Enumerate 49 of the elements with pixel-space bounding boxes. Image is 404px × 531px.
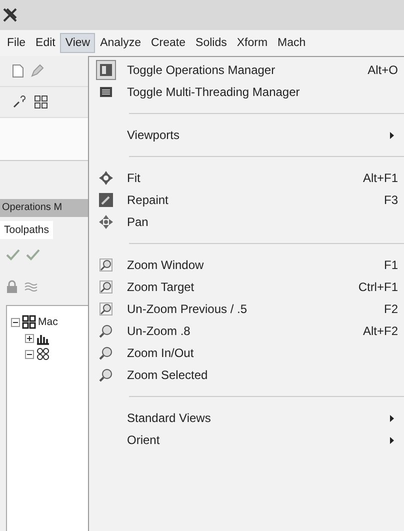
logo-icon	[3, 8, 17, 22]
shortcut-label: F3	[384, 193, 398, 207]
menu-bar-item[interactable]: Solids	[190, 33, 232, 53]
shortcut-label: F2	[384, 302, 398, 316]
tree-item-label[interactable]: Mac	[38, 316, 58, 328]
check-icon[interactable]	[26, 249, 40, 261]
menu-bar-item[interactable]: Edit	[30, 33, 60, 53]
menu-item[interactable]: Toggle Multi-Threading Manager	[91, 81, 404, 103]
shortcut-label: Alt+F2	[362, 324, 398, 338]
menu-item[interactable]: Pan	[91, 211, 404, 233]
menu-item[interactable]: Orient	[91, 429, 404, 451]
lock-icon[interactable]	[6, 280, 18, 294]
menu-item[interactable]: Zoom Selected	[91, 364, 404, 386]
shortcut-label: Alt+O	[368, 63, 398, 77]
expander-icon[interactable]	[25, 350, 34, 358]
menu-item[interactable]: Zoom Target Ctrl+F1	[91, 276, 404, 298]
menu-bar-item[interactable]: View	[60, 33, 96, 53]
panel-title: Operations M	[0, 199, 88, 217]
help-cursor-icon[interactable]	[12, 95, 28, 109]
shortcut-label: Alt+F1	[362, 171, 398, 185]
menu-bar-item[interactable]: Create	[146, 33, 191, 53]
check-icon[interactable]	[6, 249, 20, 261]
rings-icon	[36, 347, 50, 361]
machine-group-icon	[22, 315, 36, 329]
menu-item[interactable]: Un-Zoom Previous / .5 F2	[91, 298, 404, 320]
menu-bar-item[interactable]: Analyze	[95, 33, 146, 53]
submenu-arrow-icon	[390, 414, 394, 422]
submenu-arrow-icon	[390, 132, 394, 138]
menu-item[interactable]: Viewports	[91, 124, 404, 146]
new-file-icon[interactable]	[12, 64, 24, 78]
menu-bar-item[interactable]: File	[2, 33, 31, 53]
wave-icon[interactable]	[24, 281, 38, 293]
pencil-icon[interactable]	[30, 64, 44, 78]
menu-item[interactable]: Zoom In/Out	[91, 342, 404, 364]
menu-bar-item[interactable]: Xform	[232, 33, 273, 53]
expander-icon[interactable]	[11, 318, 20, 326]
menu-item[interactable]: Standard Views	[91, 407, 404, 429]
toolpaths-tab[interactable]: Toolpaths	[0, 221, 53, 239]
menu-item[interactable]: Repaint F3	[91, 189, 404, 211]
menu-item[interactable]: Zoom Window F1	[91, 254, 404, 276]
menu-item[interactable]: Toggle Operations Manager Alt+O	[91, 59, 404, 81]
menu-item[interactable]: Fit Alt+F1	[91, 167, 404, 189]
submenu-arrow-icon	[390, 436, 394, 444]
expander-icon[interactable]	[25, 334, 34, 342]
shortcut-label: Ctrl+F1	[358, 280, 398, 294]
menu-bar-item[interactable]: Mach	[272, 33, 311, 53]
shortcut-label: F1	[384, 258, 398, 272]
menu-item[interactable]: Un-Zoom .8 Alt+F2	[91, 320, 404, 342]
grid-icon[interactable]	[34, 95, 48, 109]
